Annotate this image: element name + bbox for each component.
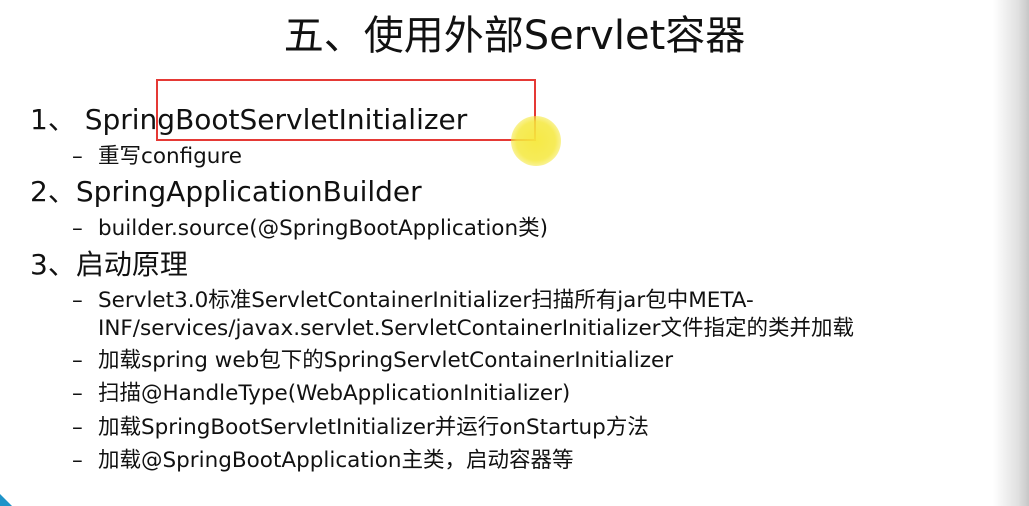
bullet-dash: – <box>72 348 83 373</box>
bullet-text: 加载spring web包下的SpringServletContainerIni… <box>98 348 674 373</box>
slide-edge-shadow <box>993 0 1029 506</box>
bullet-dash: – <box>72 288 83 313</box>
bullet-3-1: – Servlet3.0标准ServletContainerInitializer… <box>72 286 754 316</box>
section-heading-3: 3、启动原理 <box>30 248 188 281</box>
bullet-dash: – <box>72 415 83 440</box>
cursor-highlight <box>511 116 561 166</box>
bullet-dash: – <box>72 448 83 473</box>
highlight-annotation-box <box>156 79 536 141</box>
bullet-2-1: – builder.source(@SpringBootApplication类) <box>72 214 548 244</box>
bullet-text: 扫描@HandleType(WebApplicationInitializer) <box>98 381 571 406</box>
bullet-text: 重写configure <box>98 144 243 169</box>
slide-title: 五、使用外部Servlet容器 <box>283 13 746 59</box>
bullet-3-5: – 加载@SpringBootApplication主类，启动容器等 <box>72 446 574 476</box>
bullet-dash: – <box>72 216 83 241</box>
bullet-text: 加载SpringBootServletInitializer并运行onStart… <box>98 415 649 440</box>
bullet-dash: – <box>72 381 83 406</box>
bullet-dash: – <box>72 144 83 169</box>
bullet-3-2: – 加载spring web包下的SpringServletContainerIn… <box>72 346 673 376</box>
bullet-text: builder.source(@SpringBootApplication类) <box>98 216 548 241</box>
bullet-3-3: – 扫描@HandleType(WebApplicationInitializer… <box>72 379 570 409</box>
bullet-text: Servlet3.0标准ServletContainerInitializer扫… <box>98 288 754 313</box>
bullet-text: 加载@SpringBootApplication主类，启动容器等 <box>98 448 574 473</box>
corner-decoration <box>0 494 12 506</box>
bullet-1-1: – 重写configure <box>72 142 242 172</box>
section-heading-2: 2、SpringApplicationBuilder <box>30 175 422 208</box>
bullet-3-1-continuation: INF/services/javax.servlet.ServletContai… <box>98 316 855 341</box>
bullet-3-4: – 加载SpringBootServletInitializer并运行onStar… <box>72 413 649 443</box>
